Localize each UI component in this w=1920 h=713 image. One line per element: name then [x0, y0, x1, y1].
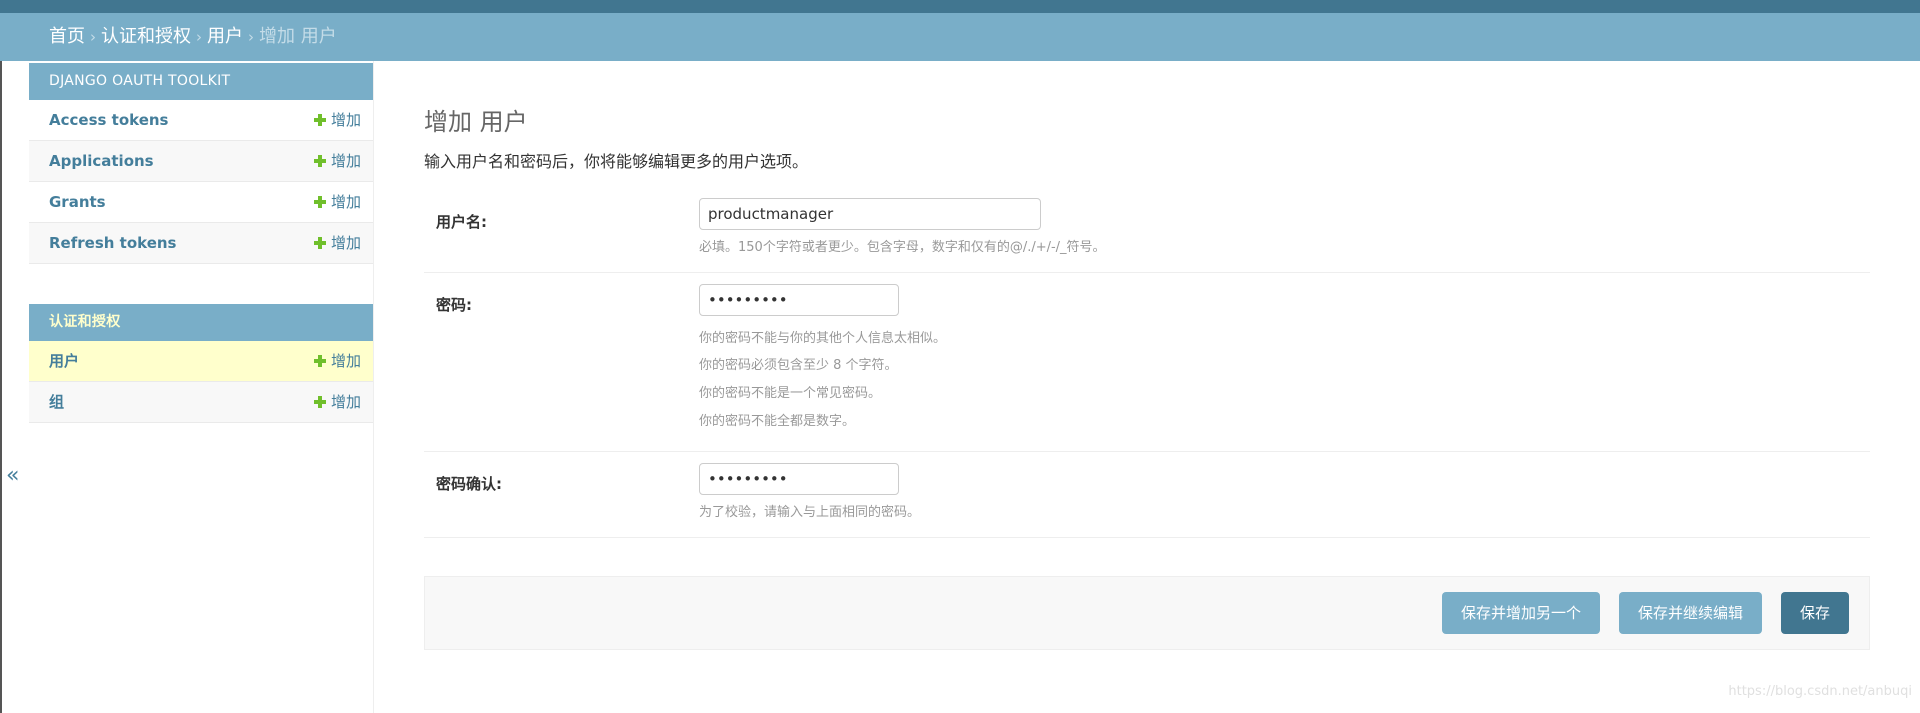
save-and-continue-button[interactable]: 保存并继续编辑 [1619, 592, 1763, 634]
top-header-bar [0, 0, 1920, 13]
add-label: 增加 [330, 352, 361, 370]
model-link-refresh-tokens[interactable]: Refresh tokens [49, 234, 176, 252]
breadcrumb-separator: › [90, 28, 96, 46]
breadcrumb-users-link[interactable]: 用户 [207, 26, 243, 47]
password-help-item: 你的密码必须包含至少 8 个字符。 [699, 358, 898, 373]
watermark-text: https://blog.csdn.net/anbuqi [1728, 684, 1912, 699]
module-caption-oauth[interactable]: DJANGO OAUTH TOOLKIT [29, 63, 373, 100]
module-caption-auth[interactable]: 认证和授权 [29, 304, 373, 341]
sidebar-item-users: 用户 增加 [29, 341, 373, 382]
plus-icon [313, 196, 326, 208]
module-oauth-toolkit: DJANGO OAUTH TOOLKIT Access tokens 增加 Ap… [29, 63, 373, 264]
sidebar-item-access-tokens: Access tokens 增加 [29, 100, 373, 141]
nav-sidebar: DJANGO OAUTH TOOLKIT Access tokens 增加 Ap… [29, 63, 373, 463]
breadcrumb: 首页 › 认证和授权 › 用户 › 增加 用户 [0, 13, 1920, 61]
sidebar-edge [0, 61, 2, 713]
page-title: 增加 用户 [424, 108, 528, 137]
sidebar-item-refresh-tokens: Refresh tokens 增加 [29, 223, 373, 264]
plus-icon [313, 114, 326, 126]
form-row-username: 用户名: productmanager 必填。150个字符或者更少。包含字母，数… [424, 198, 1870, 273]
breadcrumb-home-link[interactable]: 首页 [49, 26, 85, 47]
form-intro-text: 输入用户名和密码后，你将能够编辑更多的用户选项。 [424, 152, 809, 171]
password-confirm-help-text: 为了校验，请输入与上面相同的密码。 [699, 505, 921, 520]
password-confirm-label: 密码确认: [436, 475, 502, 493]
collapse-sidebar-icon[interactable]: « [6, 463, 19, 488]
password-help-item: 你的密码不能全都是数字。 [699, 414, 856, 429]
form-row-password-confirm: 密码确认: ••••••••• 为了校验，请输入与上面相同的密码。 [424, 463, 1870, 538]
plus-icon [313, 155, 326, 167]
submit-row: 保存并增加另一个 保存并继续编辑 保存 [424, 576, 1870, 650]
save-button[interactable]: 保存 [1781, 592, 1850, 634]
model-link-access-tokens[interactable]: Access tokens [49, 111, 168, 129]
add-label: 增加 [330, 193, 361, 211]
username-label: 用户名: [436, 213, 487, 231]
add-label: 增加 [330, 152, 361, 170]
model-link-groups[interactable]: 组 [49, 393, 64, 411]
form-row-password: 密码: ••••••••• 你的密码不能与你的其他个人信息太相似。 你的密码必须… [424, 284, 1870, 452]
module-auth: 认证和授权 用户 增加 组 增加 [29, 304, 373, 423]
password-help-item: 你的密码不能是一个常见密码。 [699, 386, 882, 401]
add-application-link[interactable]: 增加 [313, 141, 361, 181]
add-grant-link[interactable]: 增加 [313, 182, 361, 222]
model-link-grants[interactable]: Grants [49, 193, 106, 211]
plus-icon [313, 355, 326, 367]
model-link-applications[interactable]: Applications [49, 152, 154, 170]
model-link-users[interactable]: 用户 [49, 352, 79, 370]
save-and-add-another-button[interactable]: 保存并增加另一个 [1442, 592, 1601, 634]
username-input[interactable]: productmanager [699, 198, 1041, 230]
add-label: 增加 [330, 393, 361, 411]
add-user-link[interactable]: 增加 [313, 341, 361, 381]
username-help-text: 必填。150个字符或者更少。包含字母，数字和仅有的@/./+/-/_符号。 [699, 240, 1106, 255]
content-divider [373, 61, 374, 713]
sidebar-item-groups: 组 增加 [29, 382, 373, 423]
plus-icon [313, 237, 326, 249]
breadcrumb-separator: › [248, 28, 254, 46]
password-label: 密码: [436, 296, 472, 314]
add-label: 增加 [330, 234, 361, 252]
password-help-item: 你的密码不能与你的其他个人信息太相似。 [699, 331, 947, 346]
add-access-token-link[interactable]: 增加 [313, 100, 361, 140]
password-confirm-input[interactable]: ••••••••• [699, 463, 899, 495]
add-group-link[interactable]: 增加 [313, 382, 361, 422]
sidebar-item-grants: Grants 增加 [29, 182, 373, 223]
password-input[interactable]: ••••••••• [699, 284, 899, 316]
breadcrumb-separator: › [196, 28, 202, 46]
sidebar-item-applications: Applications 增加 [29, 141, 373, 182]
breadcrumb-auth-link[interactable]: 认证和授权 [101, 26, 191, 47]
plus-icon [313, 396, 326, 408]
add-label: 增加 [330, 111, 361, 129]
breadcrumb-current: 增加 用户 [259, 26, 337, 47]
add-refresh-token-link[interactable]: 增加 [313, 223, 361, 263]
